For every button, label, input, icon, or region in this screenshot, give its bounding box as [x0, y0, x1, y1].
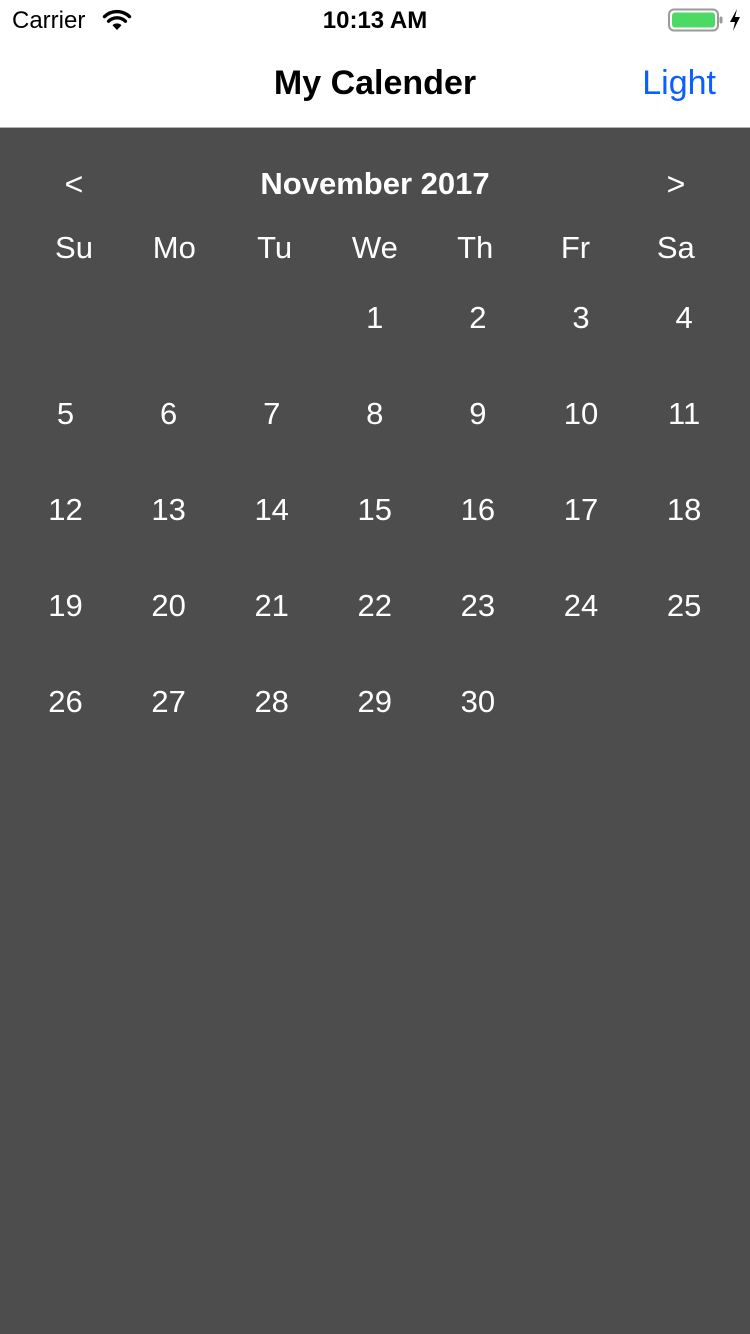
navigation-bar: My Calender Light	[0, 40, 750, 128]
day-cell[interactable]: 12	[14, 490, 117, 530]
page-title: My Calender	[273, 64, 477, 102]
day-cell[interactable]: 10	[530, 394, 633, 434]
day-cell[interactable]: 2	[426, 298, 529, 338]
day-cell[interactable]: 13	[117, 490, 220, 530]
weekday-label: Mo	[152, 230, 196, 265]
day-cell[interactable]: 22	[323, 586, 426, 626]
month-title: November 2017	[260, 166, 490, 201]
day-cell[interactable]: 8	[323, 394, 426, 434]
day-cell[interactable]: 11	[633, 394, 736, 434]
day-cell[interactable]: 18	[633, 490, 736, 530]
day-cell[interactable]: 25	[633, 586, 736, 626]
day-cell[interactable]: 24	[530, 586, 633, 626]
calendar-view: < November 2017 > Su Mo Tu We Th Fr Sa 1234567…	[0, 128, 750, 1334]
charging-bolt-icon	[728, 8, 742, 32]
weekday-label: Fr	[560, 230, 591, 265]
day-cell[interactable]: 1	[323, 298, 426, 338]
day-cell[interactable]: 3	[530, 298, 633, 338]
weekday-label: We	[351, 230, 398, 265]
day-cell[interactable]: 28	[220, 682, 323, 722]
weekday-label: Sa	[656, 230, 695, 265]
status-bar: Carrier 10:13 AM	[0, 0, 750, 40]
day-cell[interactable]: 21	[220, 586, 323, 626]
app-screen: Carrier 10:13 AM My Calender Light < Nov…	[0, 0, 750, 1334]
weekday-label: Su	[55, 230, 93, 265]
weekday-header-row: Su Mo Tu We Th Fr Sa	[24, 228, 726, 268]
day-cell[interactable]: 5	[14, 394, 117, 434]
day-cell[interactable]: 4	[633, 298, 736, 338]
day-cell[interactable]: 19	[14, 586, 117, 626]
day-cell[interactable]: 6	[117, 394, 220, 434]
day-cell[interactable]: 14	[220, 490, 323, 530]
weekday-label: Th	[457, 230, 494, 265]
day-cell[interactable]: 16	[426, 490, 529, 530]
day-cell[interactable]: 30	[426, 682, 529, 722]
day-cell[interactable]: 20	[117, 586, 220, 626]
next-month-button[interactable]: >	[646, 164, 706, 204]
light-theme-button[interactable]: Light	[642, 64, 716, 103]
status-time: 10:13 AM	[322, 7, 428, 34]
day-cell[interactable]: 9	[426, 394, 529, 434]
battery-icon	[668, 8, 724, 32]
day-cell[interactable]: 7	[220, 394, 323, 434]
day-cell[interactable]: 26	[14, 682, 117, 722]
day-cell[interactable]: 17	[530, 490, 633, 530]
month-header: < November 2017 >	[0, 164, 750, 204]
day-cell[interactable]: 27	[117, 682, 220, 722]
weekday-label: Tu	[257, 230, 293, 265]
day-cell[interactable]: 29	[323, 682, 426, 722]
day-cell[interactable]: 15	[323, 490, 426, 530]
day-cell[interactable]: 23	[426, 586, 529, 626]
